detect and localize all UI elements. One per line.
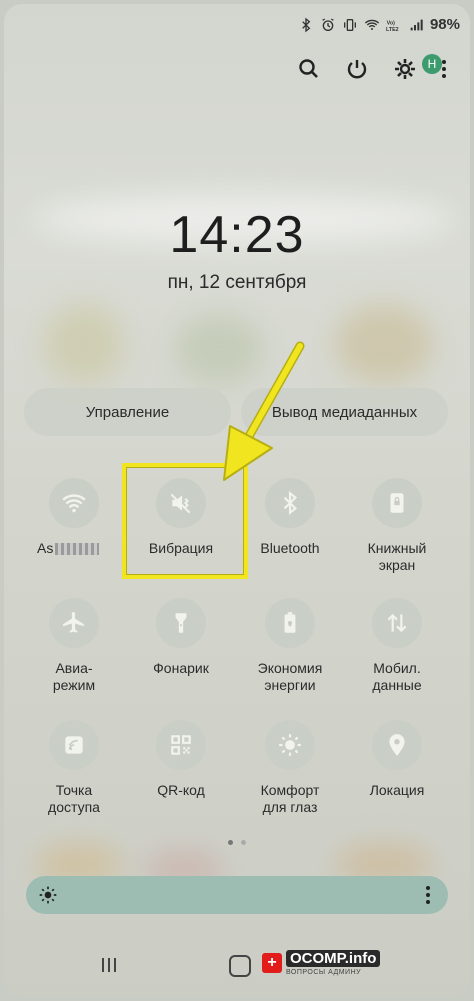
mobile-data-icon (387, 613, 407, 633)
tile-mobile-data[interactable]: Мобил. данные (342, 598, 452, 694)
tile-flashlight[interactable]: Фонарик (126, 598, 236, 677)
battery-percent: 98% (429, 16, 460, 33)
bluetooth-status-icon (298, 17, 314, 33)
status-bar: Vo) LTE2 98% (298, 16, 460, 33)
signal-icon (408, 17, 424, 33)
gear-icon (395, 59, 415, 79)
tile-label: QR-код (157, 782, 205, 798)
lte-icon: Vo) LTE2 (386, 17, 402, 33)
more-vertical-icon[interactable] (418, 884, 438, 906)
tile-icon-circle (49, 720, 99, 770)
watermark-logo: + OCOMP.info ВОПРОСЫ АДМИНУ (262, 950, 381, 976)
background-blur (44, 304, 124, 384)
tile-label: As (37, 540, 54, 556)
portrait-lock-icon (390, 493, 404, 513)
bluetooth-icon (283, 490, 298, 516)
tile-wifi[interactable]: As (19, 478, 129, 557)
tile-label: Книжный экран (367, 540, 427, 573)
tile-icon-circle (372, 478, 422, 528)
home-button[interactable] (229, 955, 251, 977)
tile-power-saving[interactable]: Экономия энергии (235, 598, 345, 694)
page-dot-active (228, 840, 233, 845)
tile-label: Фонарик (153, 660, 209, 676)
tile-icon-circle (156, 598, 206, 648)
tile-qr-code[interactable]: QR-код (126, 720, 236, 799)
watermark-name: OCOMP.info (286, 950, 381, 967)
tile-portrait-lock[interactable]: Книжный экран (342, 478, 452, 574)
svg-text:LTE2: LTE2 (386, 27, 399, 33)
eye-comfort-icon (279, 734, 301, 756)
tile-icon-circle (372, 598, 422, 648)
tile-location[interactable]: Локация (342, 720, 452, 799)
tile-icon-circle (265, 720, 315, 770)
power-button[interactable] (344, 56, 370, 82)
wifi-icon (62, 494, 86, 513)
page-indicator (228, 840, 246, 845)
tile-icon-circle (49, 478, 99, 528)
power-icon (347, 60, 367, 79)
svg-text:Vo): Vo) (387, 20, 395, 26)
settings-button[interactable] (392, 56, 418, 82)
profile-badge[interactable]: Н (422, 54, 442, 74)
airplane-icon (63, 612, 84, 633)
vibrate-status-icon (342, 17, 358, 33)
tile-airplane[interactable]: Авиа- режим (19, 598, 129, 694)
hotspot-icon (65, 736, 83, 754)
device-control-button[interactable]: Управление (24, 388, 231, 436)
location-icon (389, 734, 405, 756)
qr-code-icon (171, 735, 191, 755)
watermark-tagline: ВОПРОСЫ АДМИНУ (286, 969, 362, 976)
background-blur (334, 304, 434, 384)
tile-icon-circle (49, 598, 99, 648)
page-dot (241, 840, 246, 845)
watermark-text: OCOMP.info ВОПРОСЫ АДМИНУ (286, 950, 381, 976)
navigation-bar (0, 950, 474, 980)
brightness-slider[interactable] (26, 876, 448, 914)
annotation-arrow (223, 341, 305, 481)
tile-label: Точка доступа (48, 782, 100, 815)
clock-time[interactable]: 14:23 (0, 205, 474, 265)
flashlight-icon (175, 613, 187, 633)
tile-label: Локация (369, 782, 425, 798)
tile-eye-comfort[interactable]: Комфорт для глаз (235, 720, 345, 816)
tile-label: Авиа- режим (52, 660, 96, 693)
search-icon (299, 59, 318, 78)
alarm-icon (320, 17, 336, 33)
search-button[interactable] (296, 56, 322, 82)
censored-network-name (55, 543, 100, 556)
wifi-status-icon (364, 17, 380, 33)
tile-label: Комфорт для глаз (260, 782, 320, 815)
tile-icon-circle (265, 598, 315, 648)
tile-label: Bluetooth (260, 540, 320, 556)
brightness-icon (39, 886, 57, 904)
plus-icon: + (262, 953, 282, 973)
tile-label: Мобил. данные (372, 660, 422, 693)
tile-label: Экономия энергии (257, 660, 323, 693)
clock-date[interactable]: пн, 12 сентября (0, 272, 474, 294)
recent-apps-icon[interactable] (100, 956, 118, 974)
tile-hotspot[interactable]: Точка доступа (19, 720, 129, 816)
battery-saver-icon (284, 612, 296, 633)
tile-icon-circle (156, 720, 206, 770)
tile-icon-circle (372, 720, 422, 770)
